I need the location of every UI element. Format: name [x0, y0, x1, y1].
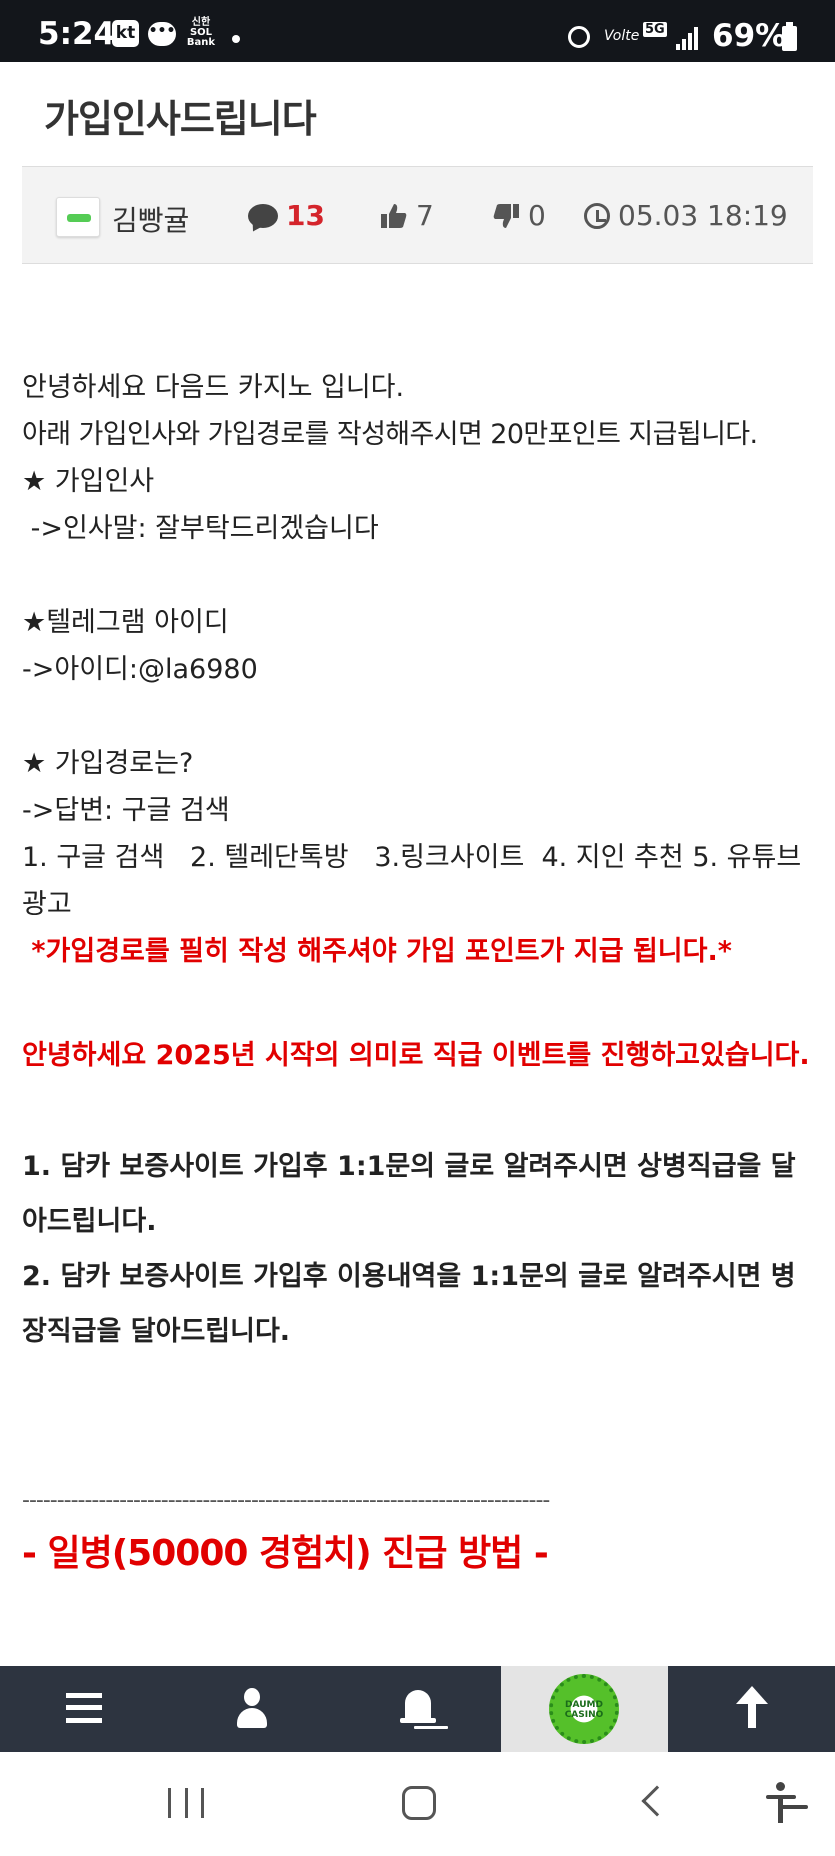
- profile-button[interactable]: [167, 1666, 334, 1752]
- battery-percent: 69%: [712, 18, 787, 54]
- dislike-button[interactable]: 0: [492, 199, 546, 232]
- content-line: ★ 가입경로는?: [22, 748, 194, 779]
- home-icon[interactable]: [402, 1786, 436, 1820]
- post-title: 가입인사드립니다: [44, 97, 317, 141]
- post-meta-bar: 김빵귤 13 7 0 05.03 18:19: [22, 166, 813, 264]
- back-icon[interactable]: [641, 1785, 673, 1817]
- comment-count-value: 13: [286, 199, 325, 232]
- author-name[interactable]: 김빵귤: [112, 199, 189, 239]
- content-line: ->답변: 구글 검색: [22, 795, 230, 826]
- section-heading: - 일병(50000 경험치) 진급 방법 -: [22, 1533, 549, 1574]
- menu-icon: [66, 1693, 102, 1723]
- bell-icon: [400, 1686, 436, 1732]
- content-line: ★텔레그램 아이디: [22, 607, 229, 638]
- signal-icon: [676, 24, 702, 50]
- recent-apps-icon[interactable]: [168, 1788, 204, 1818]
- content-line: 안녕하세요 다음드 카지노 입니다.: [22, 372, 405, 403]
- like-button[interactable]: 7: [380, 199, 434, 232]
- event-notice: 안녕하세요 2025년 시작의 의미로 직급 이벤트를 진행하고있습니다.: [22, 1040, 810, 1071]
- like-count: 7: [416, 199, 434, 232]
- casino-logo: DAUMD CASINO: [549, 1674, 619, 1744]
- event-rule-2: 2. 담카 보증사이트 가입후 이용내역을 1:1문의 글로 알려주시면 병장직…: [22, 1261, 796, 1347]
- content-line: ->아이디:@la6980: [22, 654, 258, 685]
- arrow-up-icon: [734, 1686, 770, 1732]
- 5g-icon: 5G: [643, 22, 667, 37]
- more-notifications-icon: [232, 35, 240, 43]
- content-line: 아래 가입인사와 가입경로를 작성해주시면 20만포인트 지급됩니다.: [22, 419, 758, 450]
- event-rule-1: 1. 담카 보증사이트 가입후 1:1문의 글로 알려주시면 상병직급을 달아드…: [22, 1151, 796, 1237]
- dislike-count: 0: [528, 199, 546, 232]
- author-avatar[interactable]: [56, 197, 100, 237]
- notifications-button[interactable]: [334, 1666, 501, 1752]
- menu-button[interactable]: [0, 1666, 167, 1752]
- thumbs-up-icon: [381, 203, 407, 228]
- post-date: 05.03 18:19: [584, 199, 788, 232]
- battery-icon: [782, 22, 797, 51]
- volte-icon: Volte: [604, 28, 640, 44]
- system-nav-bar: [0, 1752, 835, 1856]
- alarm-icon: [568, 26, 590, 48]
- chat-notification-icon: •••: [148, 22, 176, 46]
- content-line: ->인사말: 잘부탁드리겠습니다: [22, 513, 379, 544]
- scroll-top-button[interactable]: [668, 1666, 835, 1752]
- content-line: ★ 가입인사: [22, 466, 155, 497]
- thumbs-down-icon: [493, 203, 519, 228]
- comment-icon: [248, 203, 278, 228]
- divider: ----------------------------------------…: [22, 1488, 550, 1513]
- sol-bank-icon: 신한 SOL Bank: [186, 17, 216, 48]
- clock-icon: [584, 202, 610, 229]
- status-bar: 5:24 kt ••• 신한 SOL Bank Volte 5G 69%: [0, 0, 835, 62]
- comment-count[interactable]: 13: [248, 199, 325, 232]
- kt-carrier-icon: kt: [112, 20, 139, 47]
- notice-line: *가입경로를 필히 작성 해주셔야 가입 포인트가 지급 됩니다.*: [22, 936, 732, 967]
- accessibility-icon[interactable]: [764, 1782, 798, 1826]
- content-line: 1. 구글 검색 2. 텔레단톡방 3.링크사이트 4. 지인 추천 5. 유튜…: [22, 842, 802, 920]
- post-content: 안녕하세요 다음드 카지노 입니다. 아래 가입인사와 가입경로를 작성해주시면…: [22, 364, 822, 1577]
- user-icon: [237, 1688, 267, 1732]
- bottom-nav: DAUMD CASINO: [0, 1666, 835, 1752]
- post-date-value: 05.03 18:19: [618, 199, 788, 232]
- status-time: 5:24: [38, 16, 116, 52]
- home-logo-button[interactable]: DAUMD CASINO: [501, 1666, 668, 1752]
